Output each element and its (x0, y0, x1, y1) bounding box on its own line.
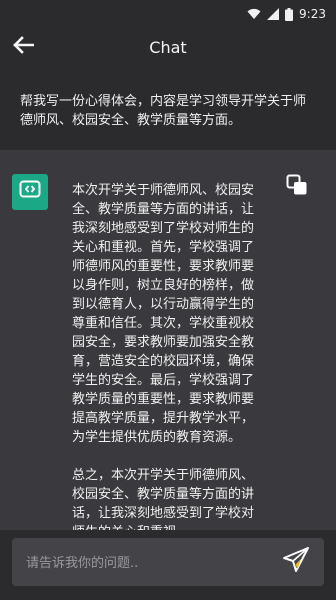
bot-message-paragraph: 本次开学关于师德师风、校园安全、教学质量等方面的讲话，让我深刻地感受到了学校对师… (72, 183, 255, 445)
send-icon (281, 545, 311, 579)
input-box (12, 538, 324, 588)
signal-icon (267, 8, 280, 20)
battery-icon (285, 7, 294, 21)
app-bar: Chat (0, 28, 336, 66)
input-bar (0, 530, 336, 600)
user-message: 帮我写一份心得体会，内容是学习领导开学关于师德师风、校园安全、教学质量等方面。 (20, 94, 307, 128)
send-button[interactable] (278, 544, 314, 580)
bot-message-text: 本次开学关于师德师风、校园安全、教学质量等方面的讲话，让我深刻地感受到了学校对师… (72, 181, 264, 530)
status-bar: 9:23 (0, 0, 336, 28)
copy-button[interactable] (284, 174, 310, 200)
wifi-icon (247, 8, 261, 20)
bot-message-paragraph: 总之，本次开学关于师德师风、校园安全、教学质量等方面的讲话，让我深刻地感受到了学… (72, 468, 255, 530)
copy-icon (286, 174, 308, 200)
status-time: 9:23 (299, 7, 326, 21)
chat-bot-icon (19, 180, 41, 204)
arrow-left-icon (12, 36, 35, 58)
page-title: Chat (149, 37, 187, 57)
question-input[interactable] (24, 538, 278, 588)
bot-avatar (12, 174, 48, 210)
bot-message-panel: 本次开学关于师德师风、校园安全、教学质量等方面的讲话，让我深刻地感受到了学校对师… (0, 150, 336, 530)
back-button[interactable] (8, 32, 38, 62)
